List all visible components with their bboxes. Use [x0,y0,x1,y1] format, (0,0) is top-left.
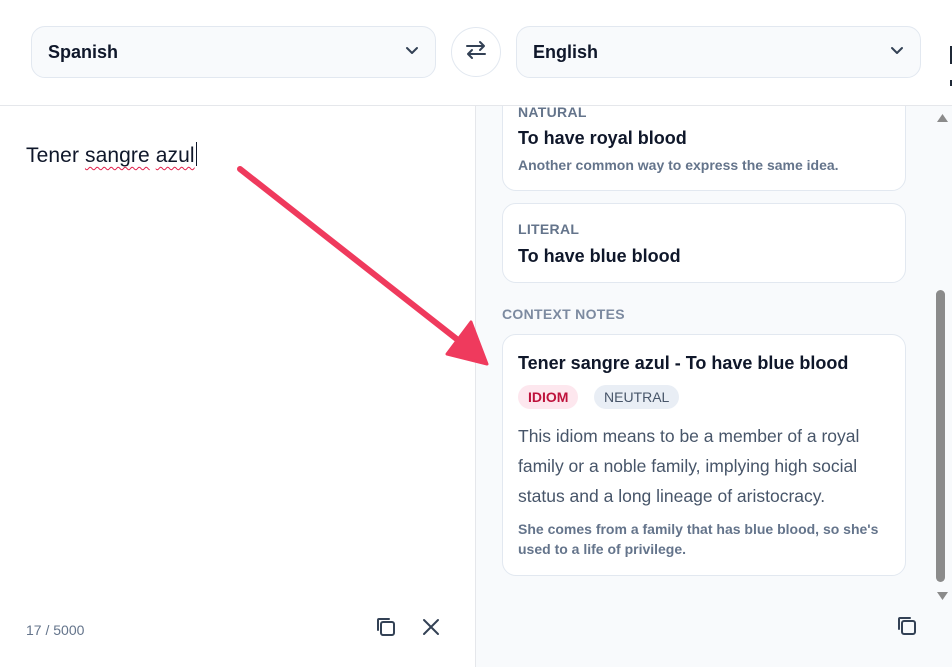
character-count: 17 / 5000 [26,622,85,638]
chevron-down-icon [403,41,421,64]
source-language-select[interactable]: Spanish [31,26,436,78]
natural-translation-card[interactable]: NATURAL To have royal blood Another comm… [502,106,906,191]
results-pane: NATURAL To have royal blood Another comm… [476,106,952,667]
source-pane: Tener sangre azul 17 / 5000 [0,106,476,667]
idiom-tag: IDIOM [518,385,579,409]
target-language-label: English [533,41,599,62]
context-note-card: Tener sangre azul - To have blue blood I… [502,334,906,576]
literal-translation-card[interactable]: LITERAL To have blue blood [502,203,906,283]
register-tag: NEUTRAL [594,385,680,409]
literal-kicker: LITERAL [518,221,580,237]
language-bar: Spanish English [0,0,952,106]
source-text-word: Tener [26,144,85,167]
chevron-down-icon [888,41,906,64]
copy-translation-button[interactable] [893,614,921,642]
literal-translation: To have blue blood [518,246,681,266]
target-language-select[interactable]: English [516,26,921,78]
context-note-title: Tener sangre azul - To have blue blood [518,353,849,373]
copy-source-button[interactable] [372,615,400,643]
source-language-label: Spanish [48,41,119,62]
misspelled-word: azul [155,144,195,167]
source-text-input[interactable]: Tener sangre azul [26,142,198,168]
natural-translation: To have royal blood [518,128,687,148]
natural-description: Another common way to express the same i… [518,157,839,173]
swap-languages-button[interactable] [451,27,501,77]
swap-arrows-icon [463,37,489,68]
context-notes-heading: CONTEXT NOTES [502,306,625,322]
context-note-body: This idiom means to be a member of a roy… [518,426,860,506]
close-icon [420,616,442,643]
natural-kicker: NATURAL [518,106,587,120]
scrollbar-thumb[interactable] [936,290,945,582]
context-note-example: She comes from a family that has blue bl… [518,521,879,557]
text-caret [195,142,198,166]
copy-icon [895,614,919,643]
misspelled-word: sangre [84,144,150,167]
copy-icon [374,615,398,644]
clear-input-button[interactable] [417,615,445,643]
